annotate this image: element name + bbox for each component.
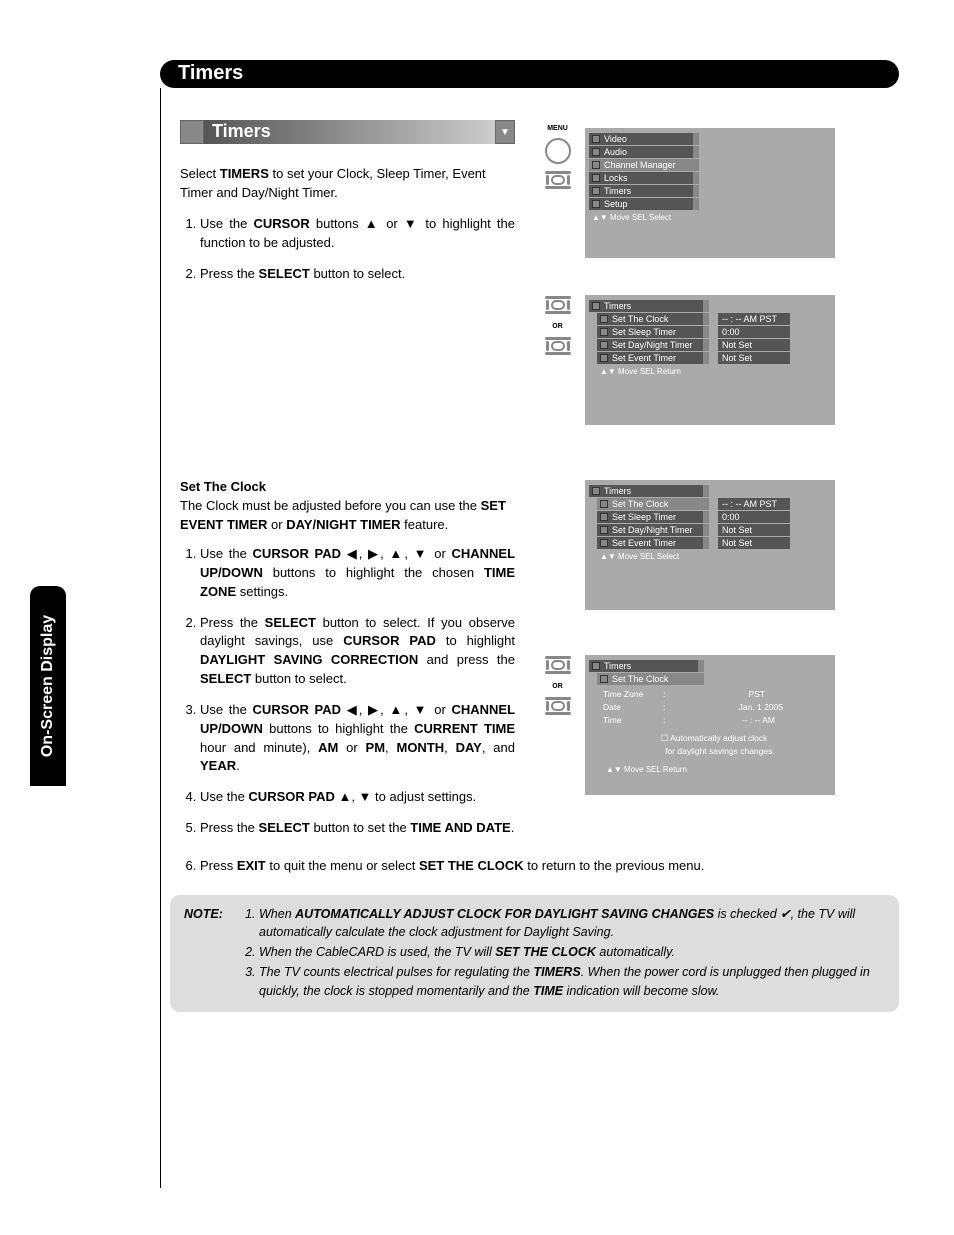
osd-item: Timers bbox=[589, 185, 699, 197]
osd-item: Set The Clock bbox=[597, 313, 709, 325]
dpad-icon bbox=[543, 170, 573, 192]
page-title: Timers bbox=[178, 62, 243, 84]
osd-value: -- : -- AM PST bbox=[718, 498, 790, 510]
osd-timers-menu: Timers Set The Clock Set Sleep Timer Set… bbox=[585, 295, 835, 425]
intro-paragraph: Select TIMERS to set your Clock, Sleep T… bbox=[180, 165, 515, 203]
osd-kv: Time Zone:PST bbox=[603, 688, 825, 701]
osd-title: Timers bbox=[589, 660, 704, 672]
osd-item: Set The Clock bbox=[597, 498, 709, 510]
osd-value: Not Set bbox=[718, 524, 790, 536]
osd-hint: ▲▼ Move SEL Select bbox=[597, 550, 709, 563]
note-item: When the CableCARD is used, the TV will … bbox=[259, 943, 885, 961]
section-tab-label: On-Screen Display bbox=[39, 615, 57, 757]
osd-sub: Set The Clock bbox=[597, 673, 704, 685]
osd-item: Set Sleep Timer bbox=[597, 511, 709, 523]
osd-item: Locks bbox=[589, 172, 699, 184]
osd-auto-adjust: ☐ Automatically adjust clock for dayligh… bbox=[603, 732, 825, 758]
step-item: Use the CURSOR PAD ◀, ▶, ▲, ▼ or CHANNEL… bbox=[200, 545, 515, 602]
remote-or-diagram-b: OR bbox=[540, 655, 575, 718]
remote-menu-diagram: MENU bbox=[540, 125, 575, 192]
section-square-icon bbox=[180, 120, 204, 144]
osd-item: Set Day/Night Timer bbox=[597, 339, 709, 351]
osd-value: -- : -- AM PST bbox=[718, 313, 790, 325]
page-header-bar: Timers bbox=[160, 60, 899, 88]
osd-hint: ▲▼ Move SEL Return bbox=[597, 365, 709, 378]
osd-kv: Date:Jan. 1 2005 bbox=[603, 701, 825, 714]
step-item: Use the CURSOR PAD ▲, ▼ to adjust settin… bbox=[200, 788, 515, 807]
steps-list-a: Use the CURSOR buttons ▲ or ▼ to highlig… bbox=[180, 215, 515, 296]
osd-value: 0:00 bbox=[718, 511, 790, 523]
osd-value: Not Set bbox=[718, 537, 790, 549]
subheading-block: Set The Clock The Clock must be adjusted… bbox=[180, 478, 515, 535]
chevron-down-icon: ▼ bbox=[495, 120, 515, 144]
remote-or-diagram: OR bbox=[540, 295, 575, 358]
osd-item: Setup bbox=[589, 198, 699, 210]
section-tab: On-Screen Display bbox=[30, 586, 66, 786]
step-item: Use the CURSOR buttons ▲ or ▼ to highlig… bbox=[200, 215, 515, 253]
osd-item: Set Sleep Timer bbox=[597, 326, 709, 338]
section-title: Timers bbox=[204, 120, 495, 144]
note-box: NOTE: When AUTOMATICALLY ADJUST CLOCK FO… bbox=[170, 895, 899, 1012]
osd-title: Timers bbox=[589, 485, 709, 497]
or-label: OR bbox=[552, 683, 563, 690]
osd-hint: ▲▼ Move SEL Select bbox=[589, 211, 699, 224]
dpad-icon bbox=[543, 696, 573, 718]
osd-value: Not Set bbox=[718, 352, 790, 364]
osd-value: 0:00 bbox=[718, 326, 790, 338]
section-title-bar: Timers ▼ bbox=[180, 120, 515, 144]
step-item: Use the CURSOR PAD ◀, ▶, ▲, ▼ or CHANNEL… bbox=[200, 701, 515, 776]
note-item: The TV counts electrical pulses for regu… bbox=[259, 963, 885, 999]
or-label: OR bbox=[552, 323, 563, 330]
osd-title: Timers bbox=[589, 300, 709, 312]
step-item: Press the SELECT button to select. bbox=[200, 265, 515, 284]
step-item: Press the SELECT button to set the TIME … bbox=[200, 819, 515, 838]
dpad-icon bbox=[543, 655, 573, 677]
dpad-icon bbox=[543, 295, 573, 317]
osd-main-menu: Video Audio Channel Manager Locks Timers… bbox=[585, 128, 835, 258]
menu-label: MENU bbox=[547, 125, 568, 132]
osd-hint: ▲▼ Move SEL Return bbox=[603, 762, 825, 778]
osd-value: Not Set bbox=[718, 339, 790, 351]
steps-list-b: Use the CURSOR PAD ◀, ▶, ▲, ▼ or CHANNEL… bbox=[180, 545, 515, 850]
note-lead: NOTE: bbox=[184, 905, 223, 923]
subheading: Set The Clock bbox=[180, 479, 266, 494]
step-item: Press EXIT to quit the menu or select SE… bbox=[200, 858, 894, 873]
note-item: When AUTOMATICALLY ADJUST CLOCK FOR DAYL… bbox=[259, 905, 885, 941]
step-item: Press the SELECT button to select. If yo… bbox=[200, 614, 515, 689]
osd-timers-menu-b: Timers Set The Clock Set Sleep Timer Set… bbox=[585, 480, 835, 610]
dpad-icon bbox=[543, 336, 573, 358]
circle-button-icon bbox=[545, 138, 571, 164]
osd-item: Channel Manager bbox=[589, 159, 699, 171]
osd-item: Set Event Timer bbox=[597, 352, 709, 364]
osd-item: Set Event Timer bbox=[597, 537, 709, 549]
osd-item: Set Day/Night Timer bbox=[597, 524, 709, 536]
osd-item: Audio bbox=[589, 146, 699, 158]
osd-item: Video bbox=[589, 133, 699, 145]
osd-set-clock: Timers Set The Clock Time Zone:PST Date:… bbox=[585, 655, 835, 795]
vertical-rule bbox=[160, 88, 161, 1188]
steps-list-b-wide: Press EXIT to quit the menu or select SE… bbox=[180, 858, 894, 873]
osd-kv: Time:-- : -- AM bbox=[603, 714, 825, 727]
